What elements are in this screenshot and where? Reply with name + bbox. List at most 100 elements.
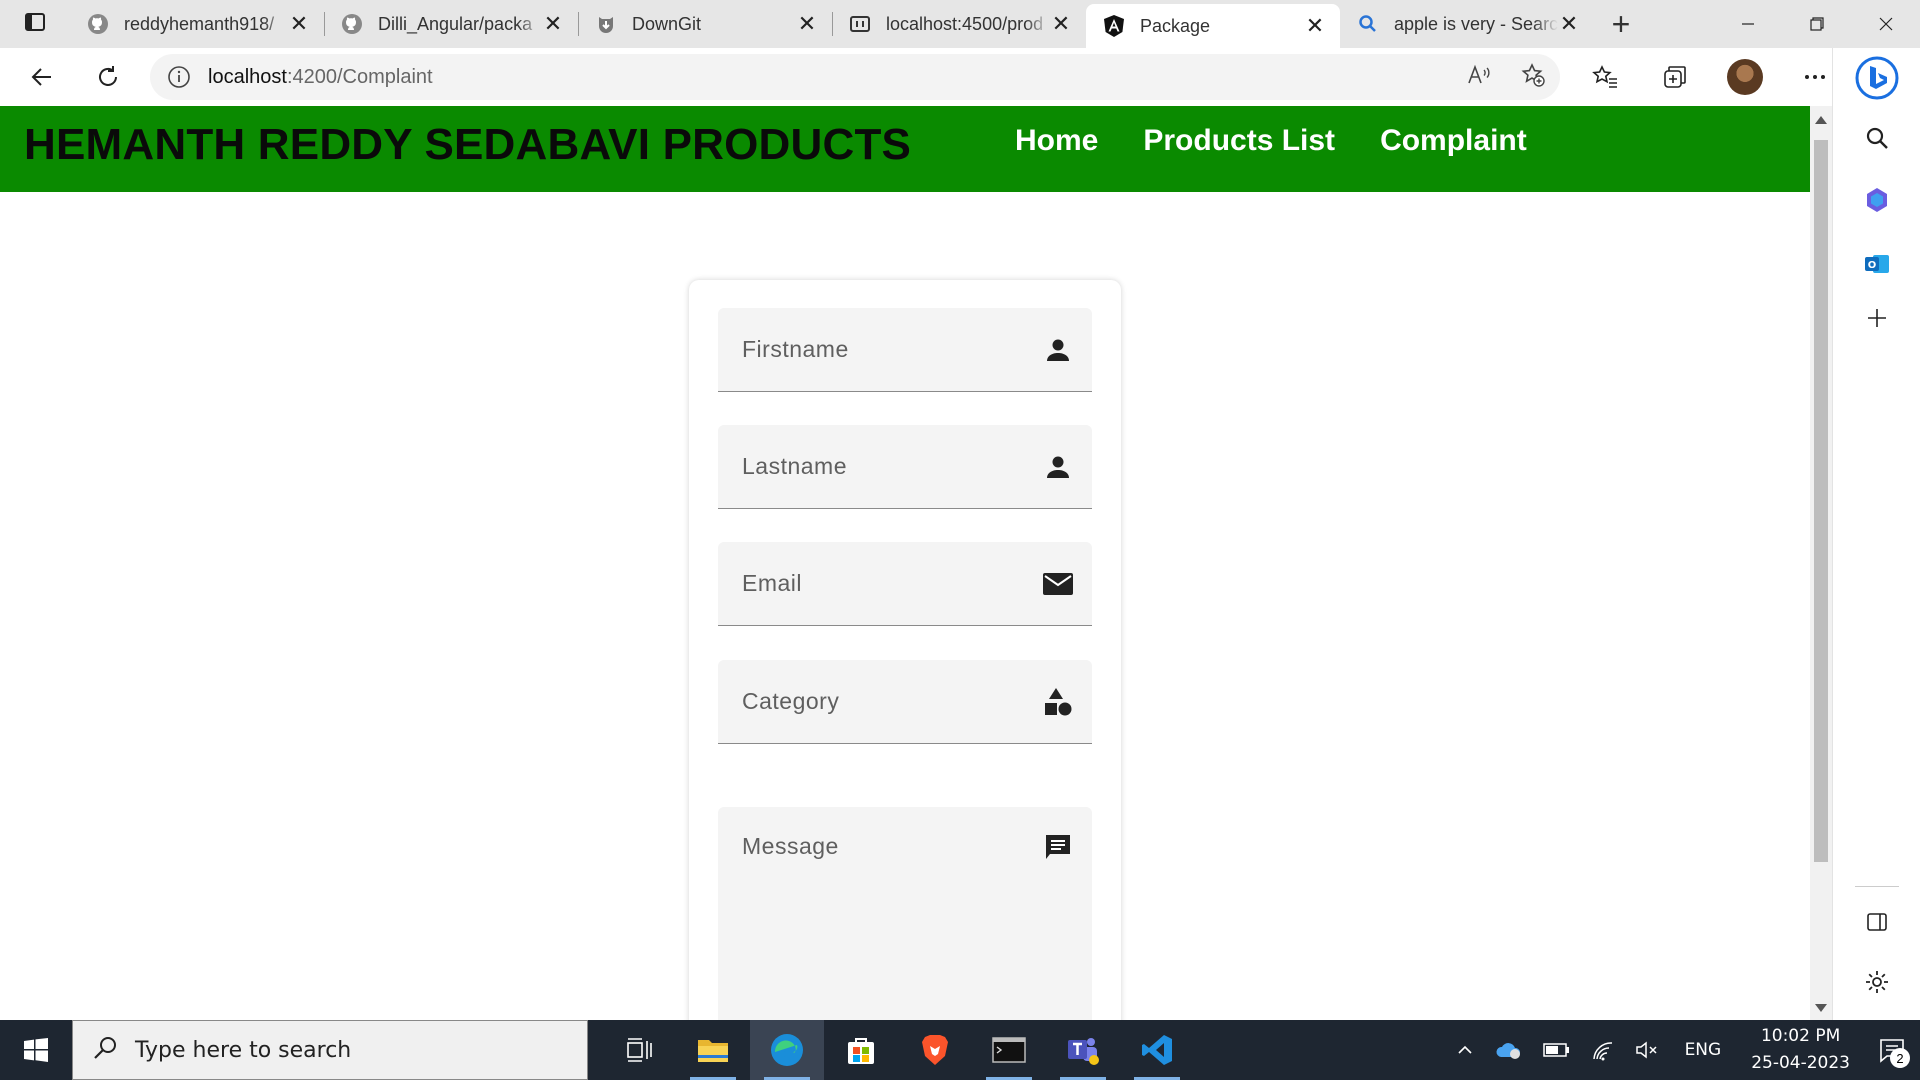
nav-complaint-link[interactable]: Complaint (1380, 124, 1527, 158)
svg-text:O: O (1868, 260, 1877, 271)
close-icon (1879, 17, 1892, 31)
brave-browser-button[interactable] (898, 1020, 972, 1080)
url-host: localhost (208, 65, 287, 88)
page-viewport: HEMANTH REDDY SEDABAVI PRODUCTS Home Pro… (0, 106, 1810, 1020)
lastname-input[interactable] (718, 425, 1092, 508)
browser-tab[interactable]: reddyhemanth918/ ✕ (70, 0, 324, 48)
firstname-field[interactable] (718, 308, 1092, 392)
browser-tab[interactable]: localhost:4500/prod ✕ (832, 0, 1086, 48)
sidebar-search-button[interactable] (1857, 118, 1897, 158)
angular-icon (1102, 14, 1126, 38)
back-button[interactable] (10, 48, 74, 106)
category-input[interactable] (718, 660, 1092, 743)
close-icon[interactable]: ✕ (288, 11, 310, 36)
taskbar-search-placeholder: Type here to search (135, 1037, 352, 1063)
start-button[interactable] (0, 1020, 72, 1080)
read-aloud-icon[interactable] (1466, 62, 1492, 93)
collections-icon (1664, 66, 1686, 88)
microsoft-store-button[interactable] (824, 1020, 898, 1080)
refresh-button[interactable] (76, 48, 140, 106)
edge-icon (771, 1034, 803, 1066)
notification-count-badge: 2 (1890, 1048, 1910, 1068)
scroll-down-icon[interactable] (1815, 1004, 1827, 1012)
store-icon (848, 1038, 874, 1064)
site-info-icon[interactable] (150, 65, 208, 89)
clock[interactable]: 10:02 PM 25-04-2023 (1737, 1023, 1864, 1077)
tab-title: localhost:4500/prod (886, 13, 1044, 34)
favorites-icon (1592, 65, 1617, 88)
close-icon[interactable]: ✕ (1558, 11, 1580, 36)
tab-actions-button[interactable] (0, 0, 70, 48)
browser-tab[interactable]: Dilli_Angular/packa ✕ (324, 0, 578, 48)
tab-title: DownGit (632, 13, 702, 34)
discover-icon (1867, 188, 1887, 212)
bing-icon (1855, 56, 1899, 100)
message-field[interactable] (718, 807, 1092, 1020)
back-arrow-icon (31, 68, 51, 86)
page-scrollbar[interactable] (1810, 106, 1832, 1020)
taskbar-search[interactable]: Type here to search (72, 1020, 588, 1080)
add-favorite-icon[interactable] (1520, 62, 1546, 93)
sidebar-hide-button[interactable] (1857, 902, 1897, 942)
bing-chat-button[interactable] (1853, 54, 1901, 102)
restore-icon (1809, 17, 1824, 31)
new-tab-button[interactable]: + (1594, 0, 1648, 48)
teams-icon (1068, 1038, 1099, 1065)
nav-home-link[interactable]: Home (1015, 124, 1098, 158)
scroll-thumb[interactable] (1814, 140, 1828, 862)
scroll-up-icon[interactable] (1815, 116, 1827, 124)
close-window-button[interactable] (1851, 0, 1920, 48)
sidebar-discover-button[interactable] (1857, 180, 1897, 220)
close-icon[interactable]: ✕ (796, 11, 818, 36)
toolbar-right (1570, 48, 1850, 106)
language-indicator[interactable]: ENG (1669, 1040, 1738, 1060)
file-explorer-button[interactable] (676, 1020, 750, 1080)
url-text[interactable]: localhost:4200/Complaint (208, 66, 433, 89)
person-icon (1042, 451, 1074, 483)
battery-button[interactable] (1533, 1020, 1581, 1080)
message-icon (1042, 831, 1074, 863)
network-button[interactable] (1581, 1020, 1625, 1080)
sidebar-add-button[interactable] (1857, 298, 1897, 338)
edge-sidebar: O (1832, 48, 1920, 1020)
address-bar[interactable]: localhost:4200/Complaint (150, 54, 1560, 100)
profile-button[interactable] (1710, 48, 1780, 106)
email-field[interactable] (718, 542, 1092, 626)
terminal-button[interactable] (972, 1020, 1046, 1080)
collections-button[interactable] (1640, 48, 1710, 106)
browser-tab[interactable]: apple is very - Searc ✕ (1340, 0, 1594, 48)
lastname-field[interactable] (718, 425, 1092, 509)
nav-products-list-link[interactable]: Products List (1143, 124, 1335, 158)
onedrive-button[interactable] (1485, 1020, 1533, 1080)
browser-tab[interactable]: DownGit ✕ (578, 0, 832, 48)
firstname-input[interactable] (718, 308, 1092, 391)
sidebar-divider (1855, 886, 1899, 887)
restore-button[interactable] (1782, 0, 1851, 48)
window-controls (1713, 0, 1920, 48)
downgit-icon (594, 12, 618, 36)
github-icon (86, 12, 110, 36)
category-field[interactable] (718, 660, 1092, 744)
system-tray: ENG 10:02 PM 25-04-2023 2 (1445, 1020, 1920, 1080)
edge-taskbar-button[interactable] (750, 1020, 824, 1080)
browser-tab-active[interactable]: Package ✕ (1086, 4, 1340, 48)
close-icon[interactable]: ✕ (1050, 11, 1072, 36)
close-icon[interactable]: ✕ (542, 11, 564, 36)
sidebar-outlook-button[interactable]: O (1857, 244, 1897, 284)
vscode-button[interactable] (1120, 1020, 1194, 1080)
mail-icon (1042, 568, 1074, 600)
email-input[interactable] (718, 542, 1092, 625)
vscode-icon (1142, 1035, 1172, 1065)
gear-icon (1866, 971, 1888, 993)
minimize-button[interactable] (1713, 0, 1782, 48)
sidebar-settings-button[interactable] (1857, 962, 1897, 1002)
notification-center-button[interactable]: 2 (1864, 1020, 1920, 1080)
show-hidden-icons-button[interactable] (1445, 1020, 1485, 1080)
favorites-button[interactable] (1570, 48, 1640, 106)
close-icon[interactable]: ✕ (1304, 13, 1326, 38)
message-textarea[interactable] (718, 807, 1092, 1020)
volume-button[interactable] (1625, 1020, 1669, 1080)
brave-icon (922, 1035, 948, 1065)
teams-button[interactable] (1046, 1020, 1120, 1080)
task-view-button[interactable] (602, 1020, 676, 1080)
